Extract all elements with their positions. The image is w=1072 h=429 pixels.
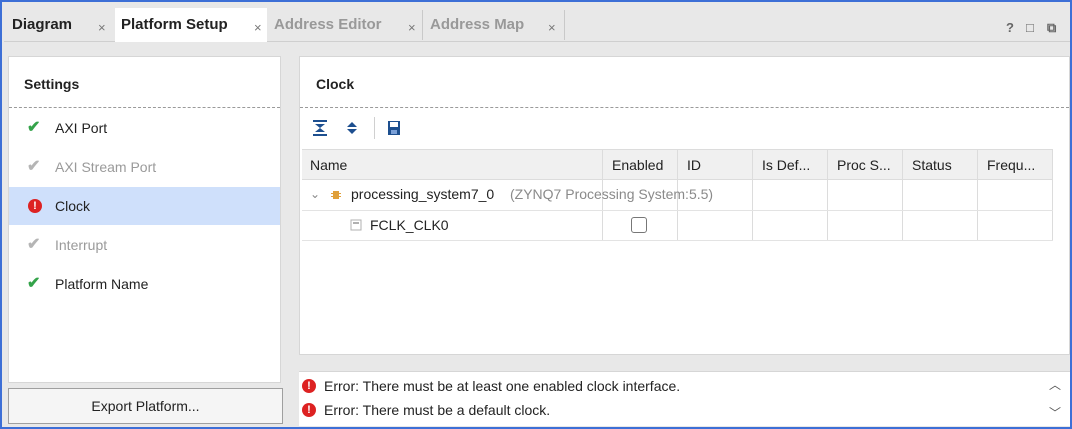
table-row[interactable]: ⌄ processing_system7_0 (ZYNQ7 Processing…: [302, 181, 1053, 211]
column-header-proc-s[interactable]: Proc S...: [837, 157, 891, 173]
tab-label: Platform Setup: [121, 16, 228, 33]
ip-instance-detail: (ZYNQ7 Processing System:5.5): [510, 186, 714, 202]
port-icon: [350, 219, 362, 231]
column-header-frequency[interactable]: Frequ...: [987, 157, 1035, 173]
settings-item-axi-stream-port[interactable]: ✔ AXI Stream Port: [9, 148, 280, 186]
settings-item-clock[interactable]: ! Clock: [9, 187, 280, 225]
error-icon: !: [302, 379, 316, 393]
tab-label: Diagram: [12, 16, 73, 33]
column-header-id[interactable]: ID: [687, 157, 701, 173]
collapse-all-icon[interactable]: [311, 119, 329, 137]
toolbar-divider: [374, 117, 375, 139]
tab-address-map[interactable]: Address Map ×: [424, 8, 564, 42]
error-icon: !: [302, 403, 316, 417]
settings-item-label: Interrupt: [55, 237, 108, 253]
column-header-status[interactable]: Status: [912, 157, 952, 173]
settings-item-axi-port[interactable]: ✔ AXI Port: [9, 109, 280, 147]
window-frame: Diagram × Platform Setup × Address Edito…: [0, 0, 1072, 429]
restore-icon[interactable]: □: [1026, 20, 1034, 35]
clock-pane: Clock Name Enabled ID Is Def... Proc S..…: [299, 56, 1070, 355]
close-icon[interactable]: ×: [548, 20, 556, 35]
check-icon: ✔: [27, 275, 41, 292]
divider: [300, 107, 1069, 108]
tab-diagram[interactable]: Diagram ×: [4, 8, 114, 42]
scroll-down-icon[interactable]: ﹀: [1047, 404, 1063, 420]
help-icon[interactable]: ?: [1006, 20, 1014, 35]
settings-item-label: AXI Port: [55, 120, 108, 136]
settings-item-interrupt[interactable]: ✔ Interrupt: [9, 226, 280, 264]
tab-bar: Diagram × Platform Setup × Address Edito…: [4, 4, 1070, 42]
float-icon[interactable]: ⧉: [1047, 20, 1056, 36]
error-message: ! Error: There must be a default clock.: [302, 402, 550, 418]
tab-label: Address Editor: [274, 16, 382, 33]
chevron-down-icon[interactable]: ⌄: [310, 187, 320, 201]
tab-divider: [564, 10, 565, 40]
check-icon: ✔: [27, 236, 41, 253]
close-icon[interactable]: ×: [408, 20, 416, 35]
column-header-is-default[interactable]: Is Def...: [762, 157, 810, 173]
check-icon: ✔: [27, 158, 41, 175]
error-message: ! Error: There must be at least one enab…: [302, 378, 680, 394]
clock-port-name: FCLK_CLK0: [370, 217, 449, 233]
close-icon[interactable]: ×: [254, 20, 262, 35]
ip-block-icon: [331, 191, 341, 199]
tab-platform-setup[interactable]: Platform Setup ×: [115, 8, 267, 42]
enabled-checkbox[interactable]: [631, 217, 647, 233]
scroll-up-icon[interactable]: ︿: [1047, 376, 1063, 392]
close-icon[interactable]: ×: [98, 20, 106, 35]
table-row[interactable]: FCLK_CLK0: [302, 211, 1053, 241]
check-icon: ✔: [27, 119, 41, 136]
settings-pane: Settings ✔ AXI Port ✔ AXI Stream Port ! …: [8, 56, 281, 383]
settings-item-label: Clock: [55, 198, 91, 214]
tab-address-editor[interactable]: Address Editor ×: [268, 8, 423, 42]
settings-item-label: AXI Stream Port: [55, 159, 157, 175]
settings-item-platform-name[interactable]: ✔ Platform Name: [9, 265, 280, 303]
error-message-text: Error: There must be at least one enable…: [324, 378, 681, 394]
divider: [9, 107, 280, 108]
column-header-name[interactable]: Name: [310, 157, 347, 173]
messages-pane: ! Error: There must be at least one enab…: [299, 371, 1070, 426]
expand-all-icon[interactable]: [343, 119, 361, 137]
save-icon[interactable]: [385, 119, 403, 137]
ip-instance-name: processing_system7_0: [351, 186, 495, 202]
export-platform-button[interactable]: Export Platform...: [8, 388, 283, 424]
tab-label: Address Map: [430, 16, 525, 33]
settings-title: Settings: [24, 76, 80, 92]
tab-divider: [422, 10, 423, 40]
settings-item-label: Platform Name: [55, 276, 149, 292]
error-icon: !: [27, 198, 43, 214]
error-message-text: Error: There must be a default clock.: [324, 402, 551, 418]
column-header-enabled[interactable]: Enabled: [612, 157, 663, 173]
clock-title: Clock: [316, 76, 355, 92]
